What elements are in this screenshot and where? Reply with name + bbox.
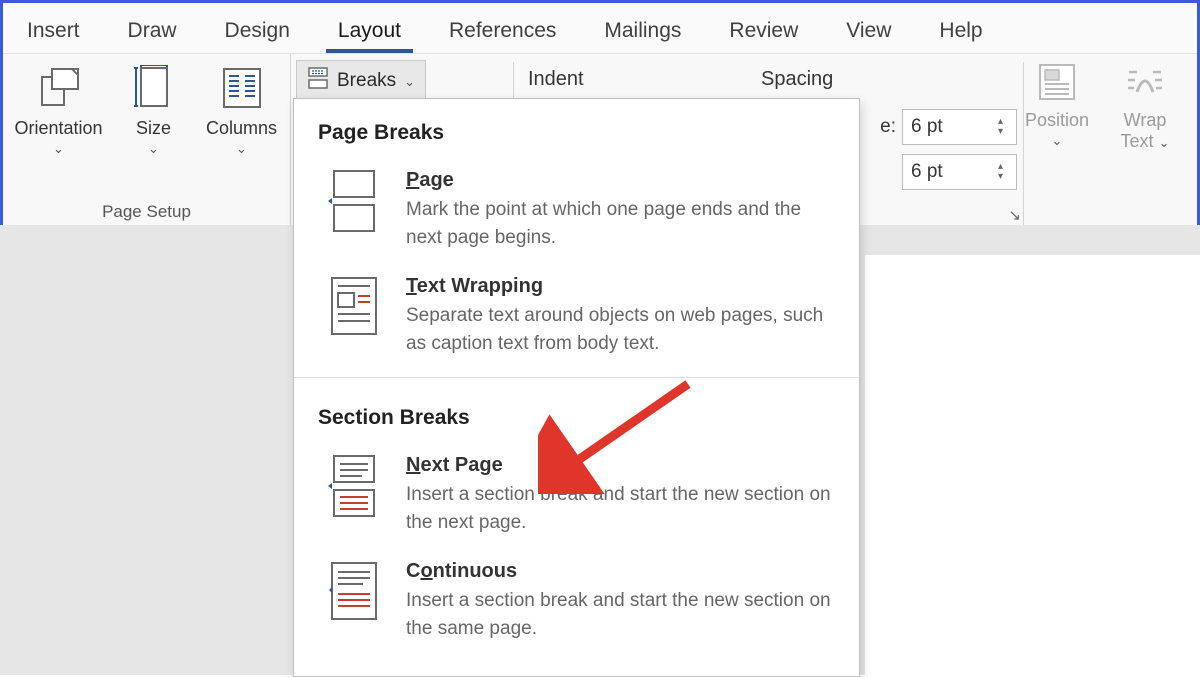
- tab-review[interactable]: Review: [705, 11, 822, 53]
- tab-layout[interactable]: Layout: [314, 11, 425, 53]
- spacing-before-row: e: 6 pt ▴▾: [880, 109, 1017, 145]
- columns-button[interactable]: Columns ⌄: [195, 60, 289, 198]
- columns-label: Columns: [206, 118, 277, 139]
- wrap-text-icon: [1123, 60, 1167, 104]
- menu-item-desc: Insert a section break and start the new…: [406, 587, 835, 642]
- menu-item-text-wrapping[interactable]: Text Wrapping Separate text around objec…: [294, 265, 859, 371]
- chevron-down-icon: ⌄: [404, 74, 415, 90]
- spacing-after-value: 6 pt: [911, 161, 943, 183]
- indent-heading: Indent: [528, 68, 584, 91]
- group-label-page-setup: Page Setup: [102, 198, 191, 224]
- chevron-down-icon: ⌄: [1159, 135, 1170, 150]
- menu-item-next-page[interactable]: Next Page Insert a section break and sta…: [294, 444, 859, 550]
- spacing-after-input[interactable]: 6 pt ▴▾: [902, 154, 1017, 190]
- section-title-page-breaks: Page Breaks: [294, 99, 859, 159]
- spacing-before-value: 6 pt: [911, 116, 943, 138]
- position-button[interactable]: Position ⌄: [1017, 60, 1097, 152]
- spinner-arrows-icon[interactable]: ▴▾: [998, 110, 1014, 144]
- menu-item-desc: Insert a section break and start the new…: [406, 481, 835, 536]
- size-icon: [130, 64, 178, 112]
- tab-view[interactable]: View: [822, 11, 915, 53]
- menu-item-page-break[interactable]: Page Mark the point at which one page en…: [294, 159, 859, 265]
- spacing-after-row: 6 pt ▴▾: [880, 154, 1017, 190]
- tab-references[interactable]: References: [425, 11, 580, 53]
- chevron-down-icon: ⌄: [53, 141, 64, 157]
- section-title-section-breaks: Section Breaks: [294, 384, 859, 444]
- divider: [294, 377, 859, 378]
- page-break-icon: [328, 169, 380, 251]
- chevron-down-icon: ⌄: [148, 141, 159, 157]
- breaks-icon: [307, 67, 329, 95]
- orientation-icon: [35, 64, 83, 112]
- tab-design[interactable]: Design: [201, 11, 314, 53]
- menu-item-title: Page: [406, 169, 835, 192]
- text-wrapping-icon: [328, 275, 380, 357]
- spacing-before-label: e:: [880, 116, 896, 138]
- spacing-before-input[interactable]: 6 pt ▴▾: [902, 109, 1017, 145]
- wrap-label: Wrap: [1124, 110, 1167, 131]
- document-page[interactable]: [865, 255, 1200, 675]
- menu-item-continuous[interactable]: Continuous Insert a section break and st…: [294, 550, 859, 656]
- orientation-button[interactable]: Orientation ⌄: [5, 60, 113, 198]
- tab-mailings[interactable]: Mailings: [580, 11, 705, 53]
- menu-item-title: Text Wrapping: [406, 275, 835, 298]
- tab-insert[interactable]: Insert: [3, 11, 104, 53]
- spinner-arrows-icon[interactable]: ▴▾: [998, 155, 1014, 189]
- chevron-down-icon: ⌄: [236, 141, 247, 157]
- menu-item-title: Continuous: [406, 560, 835, 583]
- chevron-down-icon: ⌄: [1052, 133, 1063, 149]
- menu-item-desc: Mark the point at which one page ends an…: [406, 196, 835, 251]
- breaks-button[interactable]: Breaks ⌄: [296, 60, 426, 102]
- tab-draw[interactable]: Draw: [104, 11, 201, 53]
- menu-item-desc: Separate text around objects on web page…: [406, 302, 835, 357]
- next-page-icon: [328, 454, 380, 536]
- wrap-text-button[interactable]: Wrap Text ⌄: [1105, 60, 1185, 152]
- tab-help[interactable]: Help: [915, 11, 1006, 53]
- breaks-label: Breaks: [337, 70, 396, 92]
- position-label: Position: [1025, 110, 1089, 131]
- dialog-launcher-icon[interactable]: ↘: [1008, 206, 1021, 224]
- ribbon-tabs: Insert Draw Design Layout References Mai…: [3, 3, 1197, 54]
- spacing-heading: Spacing: [761, 68, 833, 91]
- columns-icon: [218, 64, 266, 112]
- orientation-label: Orientation: [14, 118, 102, 139]
- size-button[interactable]: Size ⌄: [119, 60, 189, 198]
- group-page-setup: Orientation ⌄ Size ⌄: [3, 54, 291, 228]
- group-arrange: Position ⌄ Wrap Text ⌄: [1017, 60, 1185, 152]
- continuous-icon: [328, 560, 380, 642]
- position-icon: [1035, 60, 1079, 104]
- wrap-label2: Text ⌄: [1121, 131, 1170, 152]
- breaks-dropdown: Page Breaks Page Mark the point at which…: [293, 98, 860, 677]
- menu-item-title: Next Page: [406, 454, 835, 477]
- size-label: Size: [136, 118, 171, 139]
